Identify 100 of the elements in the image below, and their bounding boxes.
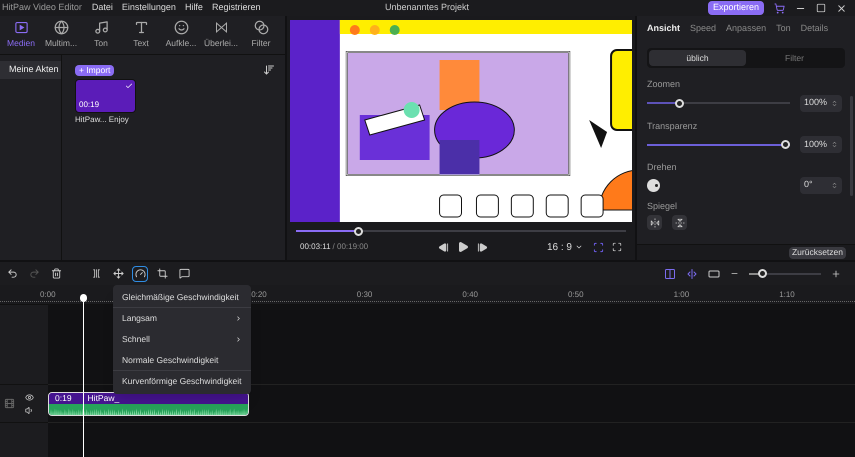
media-tab[interactable]: Ton bbox=[82, 20, 120, 50]
split-view-icon[interactable] bbox=[686, 268, 698, 280]
zoom-input[interactable]: 100% bbox=[800, 94, 842, 112]
import-button[interactable]: + Import bbox=[75, 64, 114, 76]
mode-toggle[interactable]: Filter bbox=[746, 50, 843, 66]
window-title: Unbenanntes Projekt bbox=[385, 1, 470, 14]
close-icon[interactable] bbox=[836, 2, 847, 14]
play-icon[interactable] bbox=[457, 241, 470, 253]
current-time: 00:03:11 bbox=[300, 241, 331, 253]
property-tab[interactable]: Anpassen bbox=[726, 22, 766, 36]
bowtie-icon bbox=[214, 20, 228, 36]
fit-icon[interactable] bbox=[708, 268, 720, 280]
maximize-icon[interactable] bbox=[816, 3, 826, 13]
clip-duration: 0:19 bbox=[55, 392, 72, 404]
media-tab[interactable]: Text bbox=[122, 20, 160, 50]
next-frame-icon[interactable] bbox=[477, 242, 488, 252]
undo-icon bbox=[6, 268, 18, 279]
smiley-icon bbox=[174, 20, 188, 36]
opacity-slider[interactable] bbox=[647, 140, 790, 150]
menu-item[interactable]: Registrieren bbox=[212, 1, 260, 15]
menu-item[interactable]: Datei bbox=[92, 1, 113, 15]
media-item[interactable]: 00:19 HitPaw... Enjoy bbox=[75, 79, 136, 126]
fullscreen-icon[interactable] bbox=[612, 242, 622, 252]
split-icon bbox=[90, 268, 102, 279]
sort-icon[interactable] bbox=[263, 64, 275, 76]
property-tab[interactable]: Speed bbox=[690, 22, 716, 36]
video-clip[interactable]: 0:19 HitPaw_ bbox=[48, 392, 249, 416]
music-note-icon bbox=[94, 20, 108, 36]
ruler-label: 1:00 bbox=[674, 289, 690, 301]
cart-icon[interactable] bbox=[774, 2, 785, 14]
flip-horizontal-button[interactable] bbox=[647, 215, 662, 230]
menu-item[interactable]: Langsam bbox=[113, 308, 251, 329]
field-label: Drehen bbox=[647, 161, 678, 174]
aspect-ratio-dropdown[interactable]: 16 : 9 bbox=[546, 240, 583, 254]
redo-icon bbox=[28, 268, 40, 279]
property-tab[interactable]: Details bbox=[800, 22, 828, 36]
opacity-input[interactable]: 100% bbox=[800, 136, 842, 153]
film-track-icon bbox=[4, 398, 15, 409]
ruler-label: 0:40 bbox=[462, 289, 478, 301]
media-name: HitPaw... Enjoy bbox=[75, 114, 130, 126]
clip-name: HitPaw_ bbox=[88, 392, 120, 404]
stepper-icon bbox=[831, 100, 838, 106]
export-button[interactable]: Exportieren bbox=[708, 1, 764, 15]
menu-item[interactable]: Schnell bbox=[113, 329, 251, 350]
ruler-label: 0:20 bbox=[251, 289, 267, 301]
rotation-knob[interactable] bbox=[647, 178, 660, 192]
text-icon bbox=[134, 20, 148, 36]
reset-button[interactable]: Zurücksetzen bbox=[788, 246, 846, 258]
menu-item[interactable]: Normale Geschwindigkeit bbox=[113, 350, 251, 371]
zoom-slider[interactable] bbox=[647, 98, 790, 108]
caret-icon bbox=[575, 243, 583, 251]
playback-progress-slider[interactable] bbox=[296, 226, 626, 236]
media-tab[interactable]: Medien bbox=[2, 20, 40, 50]
submenu-chevron-icon bbox=[234, 315, 242, 322]
media-tab[interactable]: Multim... bbox=[42, 20, 80, 50]
ruler-label: 0:00 bbox=[40, 289, 56, 301]
menu-item[interactable]: Einstellungen bbox=[122, 1, 176, 15]
stepper-icon bbox=[831, 182, 838, 188]
sidebar-item[interactable]: Meine Akten bbox=[0, 61, 61, 79]
rotation-input[interactable]: 0° bbox=[800, 176, 842, 194]
timeline-tool-button[interactable] bbox=[132, 266, 148, 282]
globe-icon bbox=[54, 20, 68, 36]
circles-icon bbox=[254, 20, 268, 36]
flip-vertical-icon bbox=[674, 218, 684, 228]
field-label: Spiegel bbox=[647, 200, 678, 213]
snap-icon[interactable] bbox=[664, 268, 676, 280]
eye-icon[interactable] bbox=[25, 392, 34, 402]
property-tab[interactable]: Ansicht bbox=[647, 22, 680, 36]
marker-icon bbox=[178, 268, 190, 279]
flip-horizontal-icon bbox=[650, 218, 660, 228]
clip-duration: 00:19 bbox=[79, 99, 100, 111]
previous-frame-icon[interactable] bbox=[438, 242, 450, 252]
menu-item[interactable]: Hilfe bbox=[184, 1, 203, 15]
crop-frame-icon[interactable] bbox=[593, 242, 604, 252]
move-icon bbox=[112, 268, 124, 279]
stepper-icon bbox=[831, 141, 838, 148]
property-tab[interactable]: Ton bbox=[776, 22, 791, 36]
crop-icon bbox=[156, 268, 168, 279]
speaker-icon[interactable] bbox=[25, 406, 34, 414]
flip-vertical-button[interactable] bbox=[672, 215, 687, 230]
media-icon bbox=[14, 20, 28, 36]
app-name: HitPaw Video Editor bbox=[2, 1, 82, 14]
field-label: Zoomen bbox=[647, 78, 682, 91]
submenu-chevron-icon bbox=[234, 336, 242, 343]
media-tab[interactable]: Überlei... bbox=[202, 20, 240, 50]
media-tab[interactable]: Aufkle... bbox=[162, 20, 200, 50]
ruler-label: 1:10 bbox=[779, 289, 795, 301]
zoom-in-icon[interactable] bbox=[831, 268, 841, 278]
mode-toggle[interactable]: üblich bbox=[649, 50, 746, 66]
ruler-label: 0:50 bbox=[568, 289, 584, 301]
trash-icon bbox=[50, 268, 62, 279]
playhead[interactable] bbox=[80, 294, 87, 457]
field-label: Transparenz bbox=[647, 120, 698, 133]
media-tab[interactable]: Filter bbox=[242, 20, 280, 50]
speedometer-icon bbox=[134, 268, 146, 279]
total-time: / 00:19:00 bbox=[332, 241, 368, 253]
ruler-label: 0:30 bbox=[356, 289, 372, 301]
timeline-zoom-slider[interactable] bbox=[749, 268, 821, 278]
menu-item[interactable]: Gleichmäßige Geschwindigkeit bbox=[113, 287, 251, 308]
menu-item[interactable]: Kurvenförmige Geschwindigkeit bbox=[113, 371, 251, 392]
